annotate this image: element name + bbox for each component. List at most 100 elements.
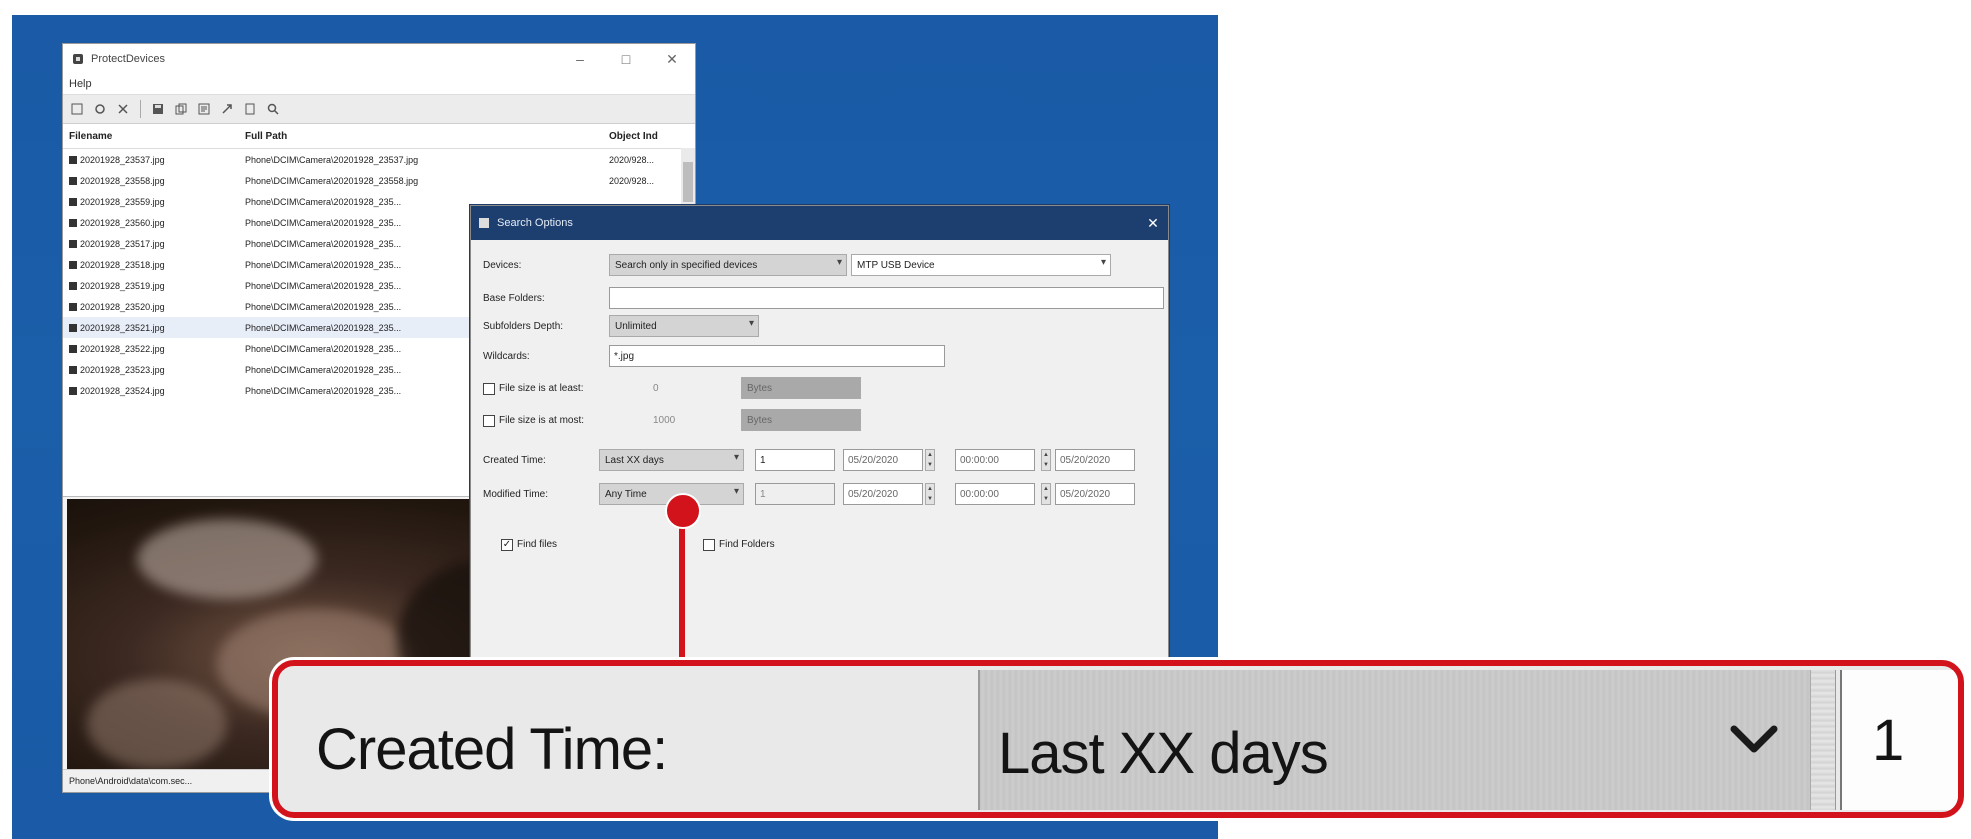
list-item-filename-text: 20201928_23523.jpg [80,364,165,375]
zoom-created-time-label: Created Time: [316,717,668,782]
list-item-filename: 20201928_23517.jpg [63,239,239,249]
find-folders-label: Find Folders [719,539,775,550]
find-files-checkbox[interactable]: ✓ [501,539,513,551]
zoom-days-input[interactable]: 1 [1840,670,1958,810]
maximize-button[interactable]: □ [603,44,649,74]
preview-highlight [87,679,227,769]
modified-days-input[interactable]: 1 [755,483,835,505]
dialog-close-icon[interactable]: ✕ [1138,215,1168,232]
search-options-dialog: Search Options ✕ Devices: Search only in… [470,205,1169,677]
zoom-created-time-select[interactable]: Last XX days [978,670,1810,810]
list-item-object: 2020/928... [609,154,655,165]
device-mode-select[interactable]: Search only in specified devices ▾ [609,254,847,276]
created-time-mode-select[interactable]: Last XX days ▾ [599,449,744,471]
subfolders-depth-select[interactable]: Unlimited ▾ [609,315,759,337]
chevron-down-icon [1730,725,1778,753]
column-header-object[interactable]: Object Ind [605,131,689,142]
list-item-filename: 20201928_23537.jpg [63,155,239,165]
list-item-filename-text: 20201928_23560.jpg [80,217,165,228]
created-time-mode-value: Last XX days [605,454,664,466]
wildcards-input[interactable]: *.jpg [609,345,945,367]
image-file-icon [69,219,77,228]
find-folders-checkbox[interactable] [703,539,715,551]
chevron-down-icon: ▾ [1100,257,1106,268]
file-size-max-unit-select[interactable]: Bytes [741,409,861,431]
file-size-min-checkbox[interactable] [483,383,495,395]
list-item-filename: 20201928_23521.jpg [63,323,239,333]
created-time-label: Created Time: [483,455,546,466]
file-size-min-unit-select[interactable]: Bytes [741,377,861,399]
list-item-filename: 20201928_23524.jpg [63,386,239,396]
report-icon[interactable] [240,99,260,119]
list-item[interactable]: 20201928_23537.jpg Phone\DCIM\Camera\2020… [63,149,695,170]
column-header-filename[interactable]: Filename [63,131,239,142]
file-size-max-value[interactable]: 1000 [653,415,675,426]
properties-icon[interactable] [194,99,214,119]
toolbar [63,94,695,124]
image-file-icon [69,156,77,165]
list-item-filename-text: 20201928_23537.jpg [80,154,165,165]
base-folders-input[interactable] [609,287,1164,309]
file-size-max-unit-value: Bytes [747,414,773,426]
list-item-filename: 20201928_23558.jpg [63,176,239,186]
modified-date-to[interactable]: 05/20/2020 [1055,483,1135,505]
list-item-filename-text: 20201928_23518.jpg [80,259,165,270]
close-button[interactable]: ✕ [649,44,695,74]
list-item-filename-text: 20201928_23559.jpg [80,196,165,207]
image-file-icon [69,345,77,354]
modified-time-from-spinner[interactable]: ▲ ▼ [1041,483,1051,505]
export-icon[interactable] [217,99,237,119]
menubar: Help [63,74,695,94]
file-size-max-label: File size is at most: [499,415,585,426]
modified-date-from[interactable]: 05/20/2020 [843,483,923,505]
dialog-titlebar: Search Options ✕ [471,206,1168,240]
list-item-filename: 20201928_23522.jpg [63,344,239,354]
minimize-button[interactable]: – [557,44,603,74]
list-item-filename-text: 20201928_23522.jpg [80,343,165,354]
image-file-icon [69,387,77,396]
subfolders-depth-value: Unlimited [615,320,657,332]
refresh-icon[interactable] [90,99,110,119]
modified-time-from[interactable]: 00:00:00 [955,483,1035,505]
find-files-label: Find files [517,539,558,550]
created-date-from-spinner[interactable]: ▲ ▼ [925,449,935,471]
menu-help[interactable]: Help [69,78,92,90]
list-item-filename-text: 20201928_23558.jpg [80,175,165,186]
toolbar-separator [140,100,141,118]
scrollbar-thumb[interactable] [683,162,693,202]
list-item-filename: 20201928_23523.jpg [63,365,239,375]
created-date-to[interactable]: 05/20/2020 [1055,449,1135,471]
modified-time-label: Modified Time: [483,489,549,500]
modified-date-from-spinner[interactable]: ▲ ▼ [925,483,935,505]
modified-time-mode-value: Any Time [605,488,647,500]
delete-icon[interactable] [113,99,133,119]
chevron-down-icon: ▾ [733,486,739,497]
device-select[interactable]: MTP USB Device ▾ [851,254,1111,276]
save-icon[interactable] [148,99,168,119]
file-size-min-value[interactable]: 0 [653,383,659,394]
created-date-from[interactable]: 05/20/2020 [843,449,923,471]
zoom-inset: Created Time: Last XX days 1 [272,660,1964,818]
app-icon [73,54,83,64]
column-header-full-path[interactable]: Full Path [239,131,605,142]
options-icon[interactable] [67,99,87,119]
chevron-down-icon: ▾ [733,452,739,463]
list-item-filename: 20201928_23518.jpg [63,260,239,270]
subfolders-depth-label: Subfolders Depth: [483,321,564,332]
devices-label: Devices: [483,260,522,271]
list-item-filename: 20201928_23519.jpg [63,281,239,291]
image-file-icon [69,303,77,312]
file-size-max-checkbox[interactable] [483,415,495,427]
list-item[interactable]: 20201928_23558.jpg Phone\DCIM\Camera\2020… [63,170,695,191]
callout-connector [679,508,685,668]
device-select-value: MTP USB Device [857,259,935,271]
preview-highlight [137,519,317,599]
image-file-icon [69,261,77,270]
created-time-from-spinner[interactable]: ▲ ▼ [1041,449,1051,471]
created-time-from[interactable]: 00:00:00 [955,449,1035,471]
copy-icon[interactable] [171,99,191,119]
find-icon[interactable] [263,99,283,119]
dialog-title: Search Options [497,217,573,229]
chevron-down-icon: ▾ [748,318,754,329]
created-days-input[interactable]: 1 [755,449,835,471]
